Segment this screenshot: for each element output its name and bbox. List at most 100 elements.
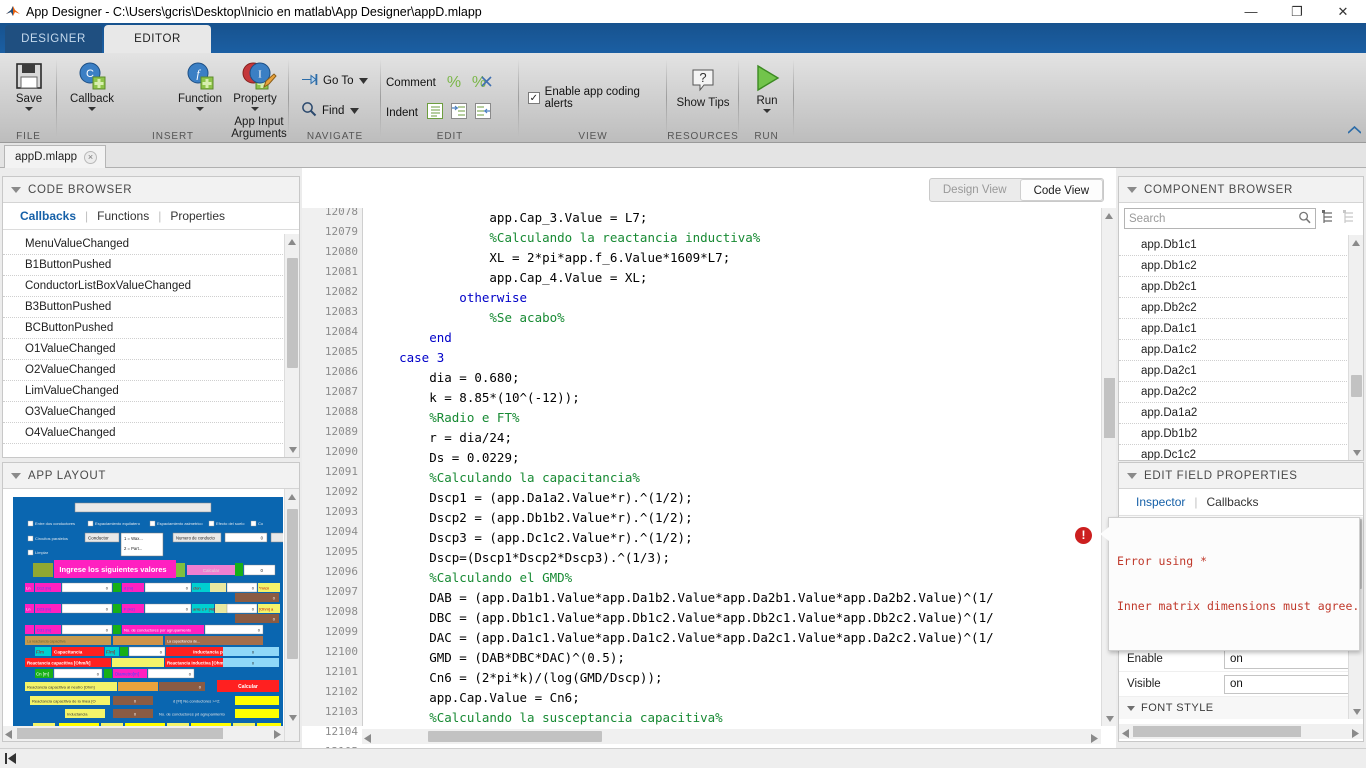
component-list[interactable]: app.Db1c1 app.Db1c2 app.Db2c1 app.Db2c2 app.… bbox=[1119, 235, 1363, 460]
code-line[interactable]: %Calculando la reactancia inductiva% bbox=[369, 228, 1116, 248]
collapse-triangle-icon[interactable] bbox=[1127, 705, 1135, 711]
list-item[interactable]: app.Dc1c2 bbox=[1119, 445, 1363, 460]
app-layout-thumbnail-wrap[interactable]: Entre dos conductores Espaciamiento equi… bbox=[3, 489, 299, 741]
scroll-down-icon[interactable] bbox=[1102, 711, 1117, 726]
code-line[interactable]: Dscp3 = (app.Dc1c2.Value*r).^(1/2); bbox=[369, 528, 1116, 548]
list-item[interactable]: O3ValueChanged bbox=[3, 402, 299, 423]
goto-caret-icon[interactable] bbox=[359, 75, 369, 87]
design-view-button[interactable]: Design View bbox=[930, 179, 1020, 201]
save-dropdown-caret[interactable] bbox=[25, 107, 33, 111]
code-line[interactable]: Ds = 0.0229; bbox=[369, 448, 1116, 468]
app-layout-header[interactable]: APP LAYOUT bbox=[3, 463, 299, 489]
code-line[interactable]: GMD = (DAB*DBC*DAC)^(0.5); bbox=[369, 648, 1116, 668]
list-item[interactable]: MenuValueChanged bbox=[3, 234, 299, 255]
tab-functions[interactable]: Functions bbox=[88, 209, 158, 223]
code-line[interactable]: DBC = (app.Db1c1.Value*app.Db1c2.Value*a… bbox=[369, 608, 1116, 628]
smart-indent-icon[interactable] bbox=[426, 102, 444, 123]
list-item[interactable]: B3ButtonPushed bbox=[3, 297, 299, 318]
maximize-button[interactable]: ❐ bbox=[1274, 0, 1320, 23]
collapse-triangle-icon[interactable] bbox=[11, 472, 21, 479]
list-item[interactable]: O1ValueChanged bbox=[3, 339, 299, 360]
code-browser-header[interactable]: CODE BROWSER bbox=[3, 177, 299, 203]
document-tab-appd[interactable]: appD.mlapp × bbox=[4, 145, 107, 168]
editor-horizontal-scrollbar[interactable] bbox=[362, 729, 1101, 744]
comment-icon[interactable]: % bbox=[444, 73, 464, 93]
expand-all-icon[interactable] bbox=[1321, 209, 1337, 228]
scroll-right-icon[interactable] bbox=[1091, 732, 1098, 746]
code-line[interactable]: r = dia/24; bbox=[369, 428, 1116, 448]
search-icon[interactable] bbox=[1298, 211, 1311, 227]
scroll-thumb[interactable] bbox=[17, 728, 223, 739]
code-line[interactable]: Dscp=(Dscp1*Dscp2*Dscp3).^(1/3); bbox=[369, 548, 1116, 568]
code-line[interactable]: app.Cap_4.Value = XL; bbox=[369, 268, 1116, 288]
code-line[interactable]: %Calculando la capacitancia% bbox=[369, 468, 1116, 488]
code-line[interactable]: XL = 2*pi*app.f_6.Value*1609*L7; bbox=[369, 248, 1116, 268]
error-icon[interactable]: ! bbox=[1075, 527, 1092, 544]
decrease-indent-icon[interactable] bbox=[474, 102, 492, 123]
scroll-thumb[interactable] bbox=[287, 509, 298, 659]
callbacks-list[interactable]: MenuValueChanged B1ButtonPushed ConductorL… bbox=[3, 234, 299, 457]
list-item[interactable]: B1ButtonPushed bbox=[3, 255, 299, 276]
list-item[interactable]: app.Da2c1 bbox=[1119, 361, 1363, 382]
scroll-thumb[interactable] bbox=[428, 731, 602, 742]
scroll-down-icon[interactable] bbox=[1349, 704, 1363, 719]
collapse-triangle-icon[interactable] bbox=[1127, 186, 1137, 193]
tab-properties[interactable]: Properties bbox=[161, 209, 234, 223]
property-dropdown-caret[interactable] bbox=[251, 107, 259, 111]
list-item[interactable]: app.Db1b2 bbox=[1119, 424, 1363, 445]
code-line[interactable]: %Calculando la susceptancia capacitiva% bbox=[369, 708, 1116, 726]
checkbox-box[interactable]: ✓ bbox=[528, 92, 540, 104]
collapse-triangle-icon[interactable] bbox=[1127, 472, 1137, 479]
code-line[interactable]: app.Cap.Value = Cn6; bbox=[369, 688, 1116, 708]
scroll-left-icon[interactable] bbox=[1122, 727, 1129, 741]
tab-callbacks-inspector[interactable]: Callbacks bbox=[1197, 495, 1267, 509]
code-line[interactable]: %Calculando el GMD% bbox=[369, 568, 1116, 588]
insert-callback-button[interactable]: C Callback bbox=[61, 61, 123, 111]
inspector-hscrollbar[interactable] bbox=[1119, 724, 1363, 739]
component-browser-header[interactable]: COMPONENT BROWSER bbox=[1119, 177, 1363, 203]
go-to-start-icon[interactable] bbox=[4, 751, 18, 766]
scroll-up-icon[interactable] bbox=[285, 489, 299, 504]
callbacks-scrollbar[interactable] bbox=[284, 234, 299, 457]
component-browser-search-input[interactable]: Search bbox=[1124, 208, 1316, 229]
scroll-down-icon[interactable] bbox=[285, 442, 299, 457]
font-style-section[interactable]: FONT STYLE bbox=[1119, 697, 1363, 719]
collapse-ribbon-icon[interactable] bbox=[1347, 125, 1362, 138]
app-layout-vscrollbar[interactable] bbox=[284, 489, 299, 741]
scroll-thumb[interactable] bbox=[287, 258, 298, 368]
code-line[interactable]: %Radio e FT% bbox=[369, 408, 1116, 428]
app-layout-hscrollbar[interactable] bbox=[3, 726, 284, 741]
code-line[interactable]: case 3 bbox=[369, 348, 1116, 368]
code-text-area[interactable]: app.Cap_3.Value = L7; %Calculando la rea… bbox=[362, 208, 1116, 726]
scroll-thumb[interactable] bbox=[1104, 378, 1115, 438]
property-value-input[interactable]: on bbox=[1224, 674, 1357, 694]
tab-callbacks[interactable]: Callbacks bbox=[11, 209, 85, 223]
code-line[interactable]: %Se acabo% bbox=[369, 308, 1116, 328]
app-layout-thumbnail[interactable]: Entre dos conductores Espaciamiento equi… bbox=[13, 497, 288, 741]
code-line[interactable]: end bbox=[369, 328, 1116, 348]
list-item[interactable]: app.Db1c2 bbox=[1119, 256, 1363, 277]
code-line[interactable]: Cn6 = (2*pi*k)/(log(GMD/Dscp)); bbox=[369, 668, 1116, 688]
list-item[interactable]: app.Da1c2 bbox=[1119, 340, 1363, 361]
show-tips-button[interactable]: ? Show Tips bbox=[675, 67, 731, 109]
scroll-up-icon[interactable] bbox=[1102, 208, 1116, 223]
list-item[interactable]: ConductorListBoxValueChanged bbox=[3, 276, 299, 297]
save-button[interactable]: Save bbox=[8, 61, 50, 111]
scroll-down-icon[interactable] bbox=[285, 710, 299, 725]
uncomment-icon[interactable]: % bbox=[470, 73, 492, 93]
list-item[interactable]: app.Da2c2 bbox=[1119, 382, 1363, 403]
code-line[interactable]: DAB = (app.Da1b1.Value*app.Da1b2.Value*a… bbox=[369, 588, 1116, 608]
scroll-left-icon[interactable] bbox=[364, 732, 371, 746]
edit-field-properties-header[interactable]: EDIT FIELD PROPERTIES bbox=[1119, 463, 1363, 489]
tab-inspector[interactable]: Inspector bbox=[1127, 495, 1194, 509]
close-icon[interactable]: × bbox=[84, 150, 98, 164]
code-line[interactable]: Dscp1 = (app.Da1a2.Value*r).^(1/2); bbox=[369, 488, 1116, 508]
list-item[interactable]: app.Db2c1 bbox=[1119, 277, 1363, 298]
scroll-down-icon[interactable] bbox=[1349, 445, 1363, 460]
tab-designer[interactable]: DESIGNER bbox=[5, 25, 102, 53]
collapse-all-icon[interactable] bbox=[1342, 209, 1358, 228]
list-item[interactable]: app.Da1c1 bbox=[1119, 319, 1363, 340]
scroll-up-icon[interactable] bbox=[285, 234, 299, 249]
scroll-up-icon[interactable] bbox=[1349, 235, 1363, 250]
find-caret-icon[interactable] bbox=[350, 105, 360, 117]
